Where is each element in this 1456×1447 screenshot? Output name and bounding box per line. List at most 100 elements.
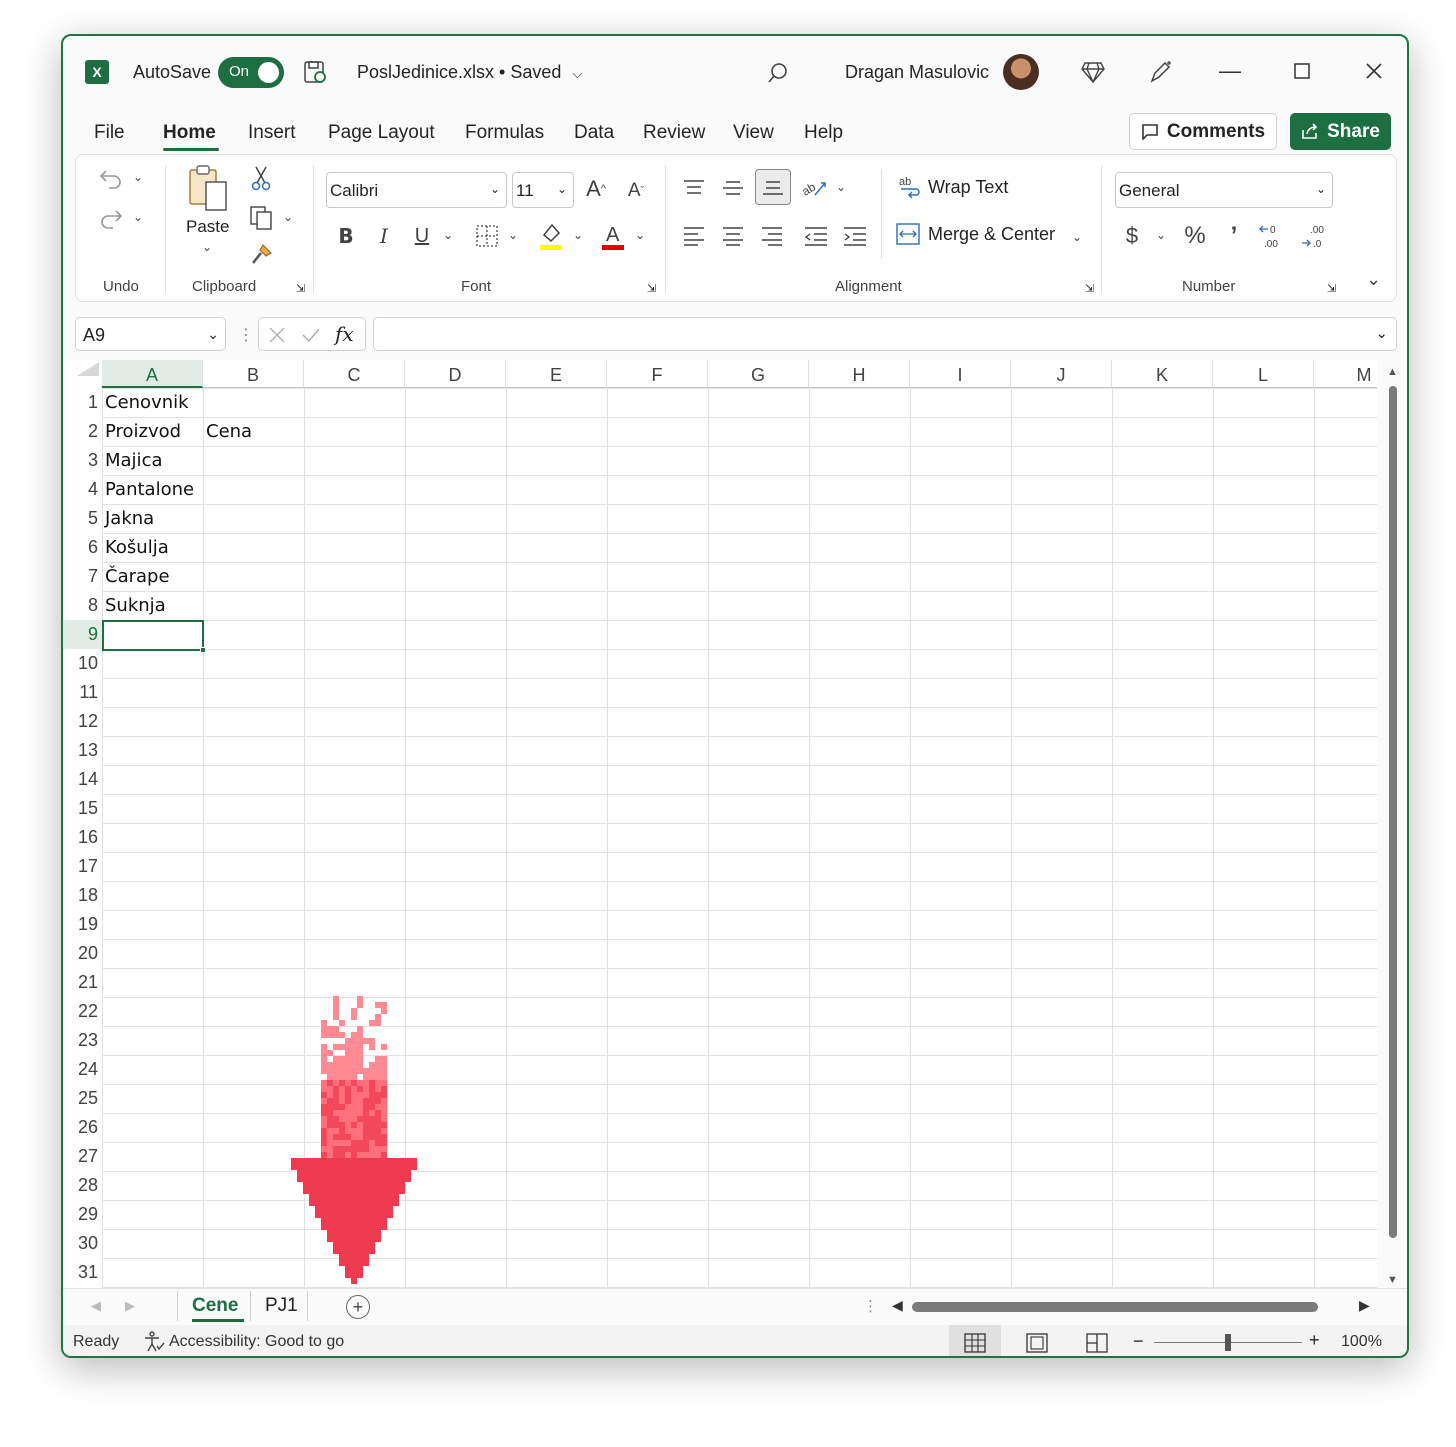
cell-a4[interactable]: Pantalone [102, 475, 194, 504]
cell-a6[interactable]: Košulja [102, 533, 169, 562]
maximize-icon[interactable] [1287, 56, 1317, 86]
cell-a5[interactable]: Jakna [102, 504, 154, 533]
row-header-31[interactable]: 31 [63, 1258, 102, 1287]
zoom-level[interactable]: 100% [1341, 1333, 1382, 1351]
scroll-down-icon[interactable]: ▼ [1387, 1274, 1398, 1286]
file-title[interactable]: PoslJedinice.xlsx • Saved ⌵ [357, 62, 582, 83]
row-header-10[interactable]: 10 [63, 649, 102, 678]
active-cell-a9[interactable] [102, 620, 204, 651]
row-header-12[interactable]: 12 [63, 707, 102, 736]
tab-file[interactable]: File [94, 122, 125, 144]
scroll-right-icon[interactable]: ▶ [1359, 1297, 1370, 1314]
save-sync-icon[interactable] [301, 58, 329, 86]
avatar[interactable] [1003, 54, 1039, 90]
dialog-launcher-icon[interactable]: ⇲ [296, 282, 305, 295]
decrease-font-size-icon[interactable]: Aˇ [622, 177, 650, 205]
row-header-30[interactable]: 30 [63, 1229, 102, 1258]
percent-icon[interactable]: % [1180, 221, 1210, 251]
row-header-21[interactable]: 21 [63, 968, 102, 997]
column-header-b[interactable]: B [203, 360, 304, 388]
diamond-icon[interactable] [1077, 56, 1109, 88]
tab-review[interactable]: Review [643, 122, 705, 144]
cell-a2[interactable]: Proizvod [102, 417, 181, 446]
increase-font-size-icon[interactable]: A ^ [582, 175, 610, 203]
font-color-icon[interactable]: A [598, 219, 628, 253]
underline-dropdown-icon[interactable]: ⌄ [443, 228, 453, 242]
tab-formulas[interactable]: Formulas [465, 122, 544, 144]
column-header-c[interactable]: C [304, 360, 405, 388]
vertical-scroll-thumb[interactable] [1389, 386, 1397, 1238]
insert-function-icon[interactable]: fx [335, 322, 354, 346]
wrap-text-button[interactable]: ab Wrap Text [898, 175, 1008, 199]
merge-dropdown-icon[interactable]: ⌄ [1072, 230, 1082, 244]
font-size-select[interactable]: 11 ⌄ [512, 172, 574, 208]
page-layout-view-icon[interactable] [1023, 1330, 1051, 1356]
vertical-scrollbar[interactable]: ▲ ▼ [1385, 366, 1399, 1291]
row-header-13[interactable]: 13 [63, 736, 102, 765]
column-header-f[interactable]: F [607, 360, 708, 388]
scroll-left-icon[interactable]: ◀ [892, 1297, 903, 1314]
close-icon[interactable] [1359, 56, 1389, 86]
align-top-icon[interactable] [678, 173, 710, 203]
cut-icon[interactable] [246, 163, 276, 193]
borders-dropdown-icon[interactable]: ⌄ [508, 228, 518, 242]
accessibility-checker[interactable]: Accessibility: Good to go [143, 1331, 344, 1353]
borders-icon[interactable] [472, 221, 502, 251]
column-header-d[interactable]: D [405, 360, 506, 388]
row-header-18[interactable]: 18 [63, 881, 102, 910]
column-header-a[interactable]: A [102, 360, 203, 388]
row-header-3[interactable]: 3 [63, 446, 102, 475]
paste-icon[interactable] [184, 163, 232, 215]
redo-icon[interactable] [96, 203, 126, 233]
row-header-25[interactable]: 25 [63, 1084, 102, 1113]
cell-a3[interactable]: Majica [102, 446, 163, 475]
sheet-tab-pj1[interactable]: PJ1 [265, 1295, 298, 1317]
page-break-preview-icon[interactable] [1083, 1330, 1111, 1356]
column-header-j[interactable]: J [1011, 360, 1112, 388]
ribbon-expand-chevron-icon[interactable]: ⌄ [1366, 269, 1381, 290]
row-header-1[interactable]: 1 [63, 388, 102, 417]
cell-a7[interactable]: Čarape [102, 562, 170, 591]
scroll-up-icon[interactable]: ▲ [1387, 366, 1398, 378]
prev-sheet-icon[interactable]: ◀ [91, 1298, 101, 1314]
copy-icon[interactable] [246, 203, 276, 233]
column-header-i[interactable]: I [910, 360, 1011, 388]
expand-formula-chevron-icon[interactable]: ⌄ [1375, 324, 1388, 342]
zoom-out-icon[interactable]: − [1133, 1331, 1144, 1352]
formula-bar-grip-icon[interactable]: ⋮ [238, 325, 254, 345]
decrease-indent-icon[interactable] [800, 221, 832, 251]
undo-icon[interactable] [96, 163, 126, 193]
search-icon[interactable] [763, 58, 793, 88]
sheet-tab-cene[interactable]: Cene [192, 1295, 238, 1317]
row-header-6[interactable]: 6 [63, 533, 102, 562]
underline-icon[interactable]: U [408, 221, 436, 251]
italic-icon[interactable]: I [370, 221, 398, 251]
align-right-icon[interactable] [756, 221, 788, 251]
row-header-29[interactable]: 29 [63, 1200, 102, 1229]
row-header-23[interactable]: 23 [63, 1026, 102, 1055]
share-button[interactable]: Share [1290, 113, 1391, 150]
zoom-slider-thumb[interactable] [1225, 1334, 1231, 1351]
currency-icon[interactable]: $ [1118, 221, 1146, 251]
row-header-26[interactable]: 26 [63, 1113, 102, 1142]
fill-color-icon[interactable] [536, 219, 566, 253]
add-sheet-icon[interactable]: + [346, 1295, 370, 1319]
column-header-m[interactable]: M [1314, 360, 1377, 388]
select-all-corner[interactable] [77, 362, 99, 376]
tab-home[interactable]: Home [163, 122, 216, 144]
merge-center-button[interactable]: Merge & Center [896, 223, 1055, 245]
row-header-20[interactable]: 20 [63, 939, 102, 968]
tab-insert[interactable]: Insert [248, 122, 296, 144]
row-header-22[interactable]: 22 [63, 997, 102, 1026]
next-sheet-icon[interactable]: ▶ [125, 1298, 135, 1314]
align-bottom-icon[interactable] [755, 169, 791, 205]
tab-page-layout[interactable]: Page Layout [328, 122, 435, 144]
dialog-launcher-icon[interactable]: ⇲ [1327, 282, 1336, 295]
row-header-17[interactable]: 17 [63, 852, 102, 881]
row-header-5[interactable]: 5 [63, 504, 102, 533]
increase-indent-icon[interactable] [839, 221, 871, 251]
comments-button[interactable]: Comments [1129, 113, 1277, 150]
row-header-8[interactable]: 8 [63, 591, 102, 620]
row-header-27[interactable]: 27 [63, 1142, 102, 1171]
zoom-in-icon[interactable]: + [1309, 1330, 1320, 1351]
